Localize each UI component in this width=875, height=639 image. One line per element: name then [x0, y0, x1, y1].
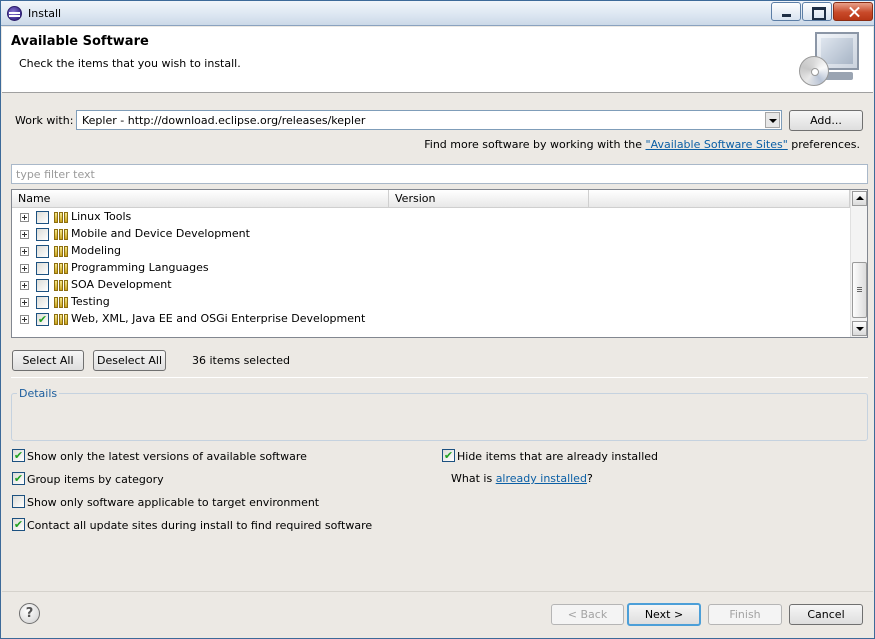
tree-scrollbar[interactable]: [850, 190, 867, 337]
category-icon: [54, 297, 68, 308]
category-icon: [54, 280, 68, 291]
row-checkbox[interactable]: [36, 262, 49, 275]
page-description: Check the items that you wish to install…: [19, 57, 241, 70]
row-label: Modeling: [71, 244, 122, 257]
expand-icon[interactable]: [20, 247, 29, 256]
expand-icon[interactable]: [20, 230, 29, 239]
next-button[interactable]: Next >: [627, 603, 701, 626]
filter-input[interactable]: type filter text: [11, 164, 868, 184]
footer-divider: [2, 591, 873, 592]
what-is-suffix: ?: [586, 472, 593, 485]
page-title: Available Software: [11, 34, 149, 49]
category-icon: [54, 212, 68, 223]
row-label: Testing: [71, 295, 110, 308]
find-more-prefix: Find more software by working with the: [424, 138, 646, 151]
option-label: Group items by category: [27, 473, 164, 486]
work-with-combo[interactable]: Kepler - http://download.eclipse.org/rel…: [76, 110, 782, 130]
row-label: SOA Development: [71, 278, 172, 291]
option-checkbox[interactable]: ✔: [12, 518, 25, 531]
maximize-icon[interactable]: [802, 2, 832, 21]
what-is-installed-text: What is already installed?: [451, 472, 593, 485]
work-with-label: Work with:: [15, 114, 74, 127]
row-label: Linux Tools: [71, 210, 132, 223]
minimize-icon[interactable]: [771, 2, 801, 21]
option-label: Show only the latest versions of availab…: [27, 450, 307, 463]
column-name[interactable]: Name: [12, 190, 389, 208]
close-icon[interactable]: [833, 2, 873, 21]
details-group: Details: [11, 387, 868, 441]
what-is-prefix: What is: [451, 472, 496, 485]
category-icon: [54, 314, 68, 325]
row-checkbox[interactable]: [36, 296, 49, 309]
install-banner-icon: [799, 30, 861, 90]
option-label: Contact all update sites during install …: [27, 519, 373, 532]
row-checkbox[interactable]: [36, 245, 49, 258]
disc-graphic: [799, 56, 829, 86]
eclipse-app-icon: [7, 6, 22, 21]
expand-icon[interactable]: [20, 281, 29, 290]
row-checkbox[interactable]: [36, 211, 49, 224]
option-checkbox[interactable]: [12, 495, 25, 508]
row-label: Web, XML, Java EE and OSGi Enterprise De…: [71, 312, 366, 325]
column-version[interactable]: Version: [389, 190, 589, 208]
tree-row[interactable]: ✔ Web, XML, Java EE and OSGi Enterprise …: [12, 311, 850, 328]
deselect-all-button[interactable]: Deselect All: [93, 350, 166, 371]
filter-placeholder: type filter text: [16, 168, 95, 181]
column-empty: [589, 190, 850, 208]
tree-row[interactable]: Testing: [12, 294, 850, 311]
window-title: Install: [28, 7, 62, 20]
help-icon[interactable]: ?: [19, 603, 40, 624]
tree-header: Name Version: [12, 190, 850, 208]
window-controls: [770, 2, 873, 21]
option-label: Hide items that are already installed: [457, 450, 659, 463]
tree-row[interactable]: SOA Development: [12, 277, 850, 294]
option-checkbox[interactable]: ✔: [442, 449, 455, 462]
divider: [11, 377, 868, 378]
expand-icon[interactable]: [20, 213, 29, 222]
expand-icon[interactable]: [20, 264, 29, 273]
expand-icon[interactable]: [20, 298, 29, 307]
expand-icon[interactable]: [20, 315, 29, 324]
title-bar[interactable]: Install: [1, 1, 874, 26]
select-all-button[interactable]: Select All: [12, 350, 84, 371]
category-icon: [54, 263, 68, 274]
tree-row[interactable]: Programming Languages: [12, 260, 850, 277]
finish-button[interactable]: Finish: [708, 604, 782, 625]
option-label: Show only software applicable to target …: [27, 496, 320, 509]
work-with-value: Kepler - http://download.eclipse.org/rel…: [82, 114, 366, 127]
available-software-sites-link[interactable]: "Available Software Sites": [646, 138, 788, 151]
find-more-suffix: preferences.: [787, 138, 860, 151]
tree-row[interactable]: Mobile and Device Development: [12, 226, 850, 243]
row-checkbox[interactable]: [36, 228, 49, 241]
back-button[interactable]: < Back: [551, 604, 624, 625]
row-checkbox[interactable]: [36, 279, 49, 292]
scroll-up-icon[interactable]: [852, 191, 867, 206]
details-legend: Details: [17, 387, 60, 400]
row-label: Mobile and Device Development: [71, 227, 250, 240]
cancel-button[interactable]: Cancel: [789, 604, 863, 625]
install-dialog: Install Available Software Check the ite…: [0, 0, 875, 639]
already-installed-link[interactable]: already installed: [496, 472, 587, 485]
row-checkbox[interactable]: ✔: [36, 313, 49, 326]
find-more-text: Find more software by working with the "…: [424, 138, 860, 151]
tree-row[interactable]: Modeling: [12, 243, 850, 260]
tree-row[interactable]: Linux Tools: [12, 209, 850, 226]
scroll-thumb[interactable]: [852, 262, 867, 318]
selection-count: 36 items selected: [192, 354, 291, 367]
row-label: Programming Languages: [71, 261, 209, 274]
software-tree[interactable]: Name Version Linux Tools Mobile and Devi…: [11, 189, 868, 338]
combo-arrow-icon[interactable]: [765, 112, 780, 128]
add-site-button[interactable]: Add...: [789, 110, 863, 131]
header-banner: Available Software Check the items that …: [2, 27, 873, 93]
option-checkbox[interactable]: ✔: [12, 472, 25, 485]
category-icon: [54, 246, 68, 257]
category-icon: [54, 229, 68, 240]
option-checkbox[interactable]: ✔: [12, 449, 25, 462]
scroll-down-icon[interactable]: [852, 321, 867, 336]
